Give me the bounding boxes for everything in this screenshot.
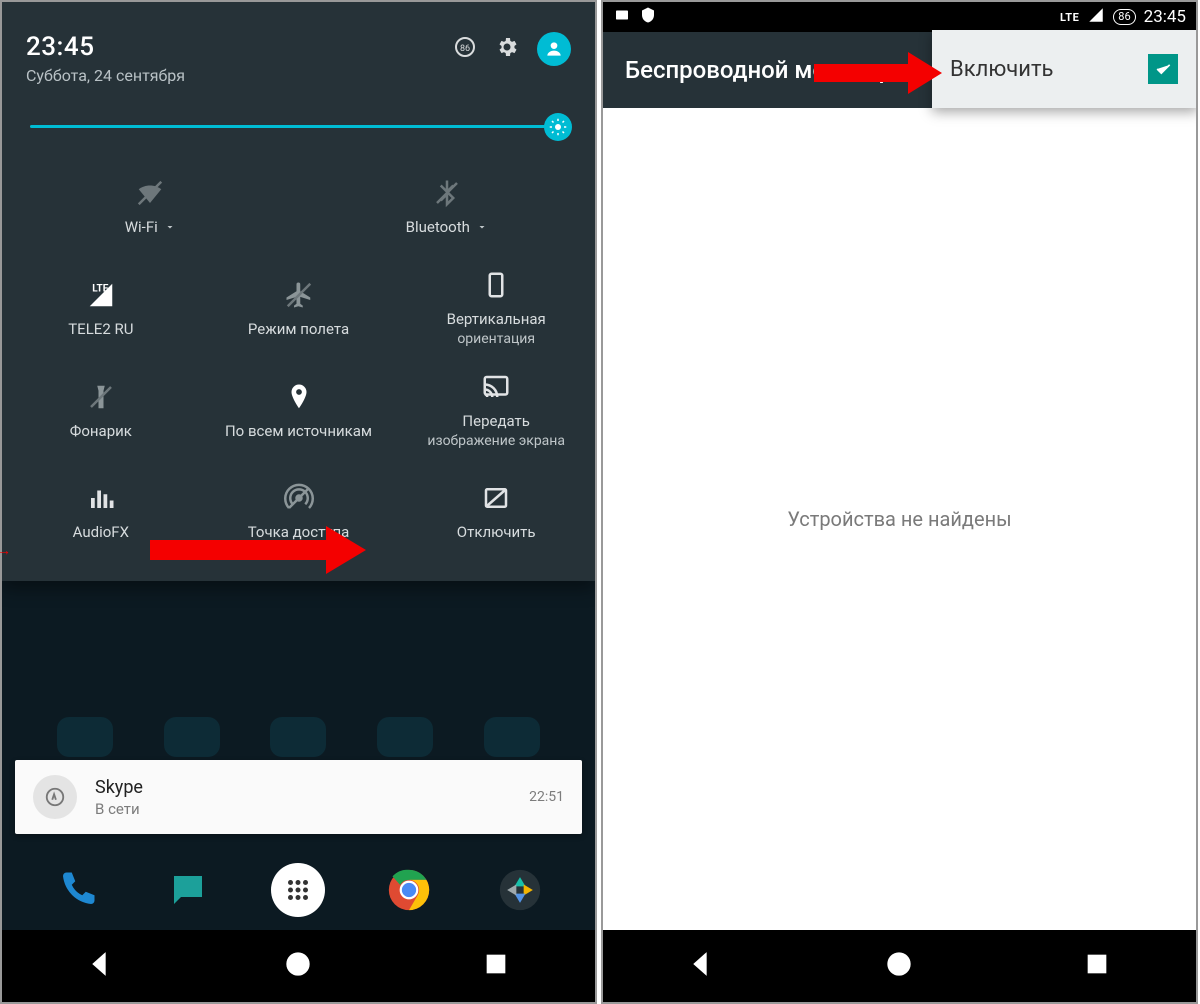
notification-text: В сети (95, 800, 529, 818)
qs-tile-airplane[interactable]: Режим полета (200, 258, 398, 360)
qs-tile-cast[interactable]: Передатьизображение экрана (397, 360, 595, 462)
battery-percent-badge: 86 (1113, 9, 1135, 25)
qs-tile-hotspot[interactable]: Точка доступа (200, 463, 398, 563)
nav-back-icon[interactable] (87, 950, 115, 982)
settings-icon[interactable] (495, 35, 519, 63)
annotation-arrow-small: → (0, 542, 11, 559)
empty-state-text: Устройства не найдены (787, 507, 1011, 531)
equalizer-icon (86, 483, 116, 513)
nav-bar (2, 930, 595, 1002)
qs-tile-rotation[interactable]: Вертикальнаяориентация (397, 258, 595, 360)
status-time: 23:45 (1144, 7, 1186, 27)
shade-header: 23:45 Суббота, 24 сентября 86 (2, 2, 595, 99)
nav-recents-icon[interactable] (1083, 950, 1111, 982)
qs-label: Отключить (457, 523, 536, 542)
hotspot-icon (284, 483, 314, 513)
brightness-slider[interactable] (2, 99, 595, 154)
nav-home-icon[interactable] (885, 950, 913, 982)
qs-tile-cellular[interactable]: LTE TELE2 RU (2, 258, 200, 360)
notification-title: Skype (95, 777, 529, 798)
signal-icon (1087, 6, 1105, 28)
clock-date: Суббота, 24 сентября (26, 66, 185, 85)
screenshot-icon (613, 6, 631, 28)
qs-label: Фонарик (70, 422, 132, 441)
flashlight-icon (86, 382, 116, 412)
qs-tile-audiofx[interactable]: AudioFX (2, 463, 200, 563)
qs-label: Wi-Fi (125, 218, 158, 236)
app-drawer-icon[interactable] (271, 863, 325, 917)
skype-icon (33, 775, 77, 819)
svg-text:LTE: LTE (92, 283, 108, 294)
wifi-icon (135, 178, 165, 208)
svg-text:86: 86 (460, 44, 470, 54)
qs-label: TELE2 RU (68, 320, 133, 339)
network-type-label: LTE (1060, 11, 1079, 24)
battery-saver-icon[interactable]: 86 (453, 35, 477, 63)
nav-home-icon[interactable] (284, 950, 312, 982)
chevron-down-icon (476, 219, 488, 238)
notification-time: 22:51 (529, 789, 564, 805)
phone-quick-settings: 23:45 Суббота, 24 сентября 86 (0, 0, 597, 1004)
check-badge-icon (639, 6, 657, 28)
location-icon (284, 382, 314, 412)
qs-label: Bluetooth (406, 218, 470, 236)
phone-app-icon[interactable] (50, 863, 104, 917)
phone-wireless-display: LTE 86 23:45 Беспроводной монитор Включи… (601, 0, 1198, 1004)
home-screen-peek (2, 714, 595, 760)
user-avatar-icon[interactable] (537, 32, 571, 66)
device-list-empty: Устройства не найдены (603, 108, 1196, 930)
qs-label: Режим полета (248, 320, 349, 339)
portrait-icon (481, 270, 511, 300)
messages-app-icon[interactable] (161, 863, 215, 917)
bluetooth-icon (432, 178, 462, 208)
chrome-app-icon[interactable] (382, 863, 436, 917)
enable-label: Включить (950, 57, 1053, 82)
screen-off-icon (481, 483, 511, 513)
qs-tile-location[interactable]: По всем источникам (200, 360, 398, 462)
qs-label: Передатьизображение экрана (427, 412, 565, 450)
camera-app-icon[interactable] (493, 863, 547, 917)
qs-label: Вертикальнаяориентация (447, 310, 546, 348)
qs-tile-screen-off[interactable]: Отключить (397, 463, 595, 563)
notification-skype[interactable]: Skype В сети 22:51 (15, 760, 582, 834)
enable-toggle-panel[interactable]: Включить (932, 30, 1198, 108)
page-title: Беспроводной монитор (625, 56, 892, 84)
clock-time: 23:45 (26, 32, 185, 62)
home-dock (2, 850, 595, 930)
chevron-down-icon (164, 219, 176, 238)
quick-settings-grid: Wi-Fi Bluetooth LTE TELE2 RU Режим полет… (2, 154, 595, 581)
qs-label: Точка доступа (248, 523, 350, 542)
qs-tile-bluetooth[interactable]: Bluetooth (299, 158, 596, 258)
quick-settings-shade: 23:45 Суббота, 24 сентября 86 (2, 2, 595, 581)
signal-lte-icon: LTE (86, 280, 116, 310)
airplane-icon (284, 280, 314, 310)
nav-recents-icon[interactable] (482, 950, 510, 982)
brightness-thumb-icon[interactable] (544, 113, 572, 141)
qs-tile-wifi[interactable]: Wi-Fi (2, 158, 299, 258)
qs-label: AudioFX (73, 523, 129, 542)
enable-checkbox[interactable] (1148, 54, 1178, 84)
qs-tile-flashlight[interactable]: Фонарик (2, 360, 200, 462)
nav-bar (603, 930, 1196, 1002)
nav-back-icon[interactable] (688, 950, 716, 982)
cast-icon (481, 372, 511, 402)
status-bar: LTE 86 23:45 (603, 2, 1196, 32)
qs-label: По всем источникам (225, 422, 372, 441)
